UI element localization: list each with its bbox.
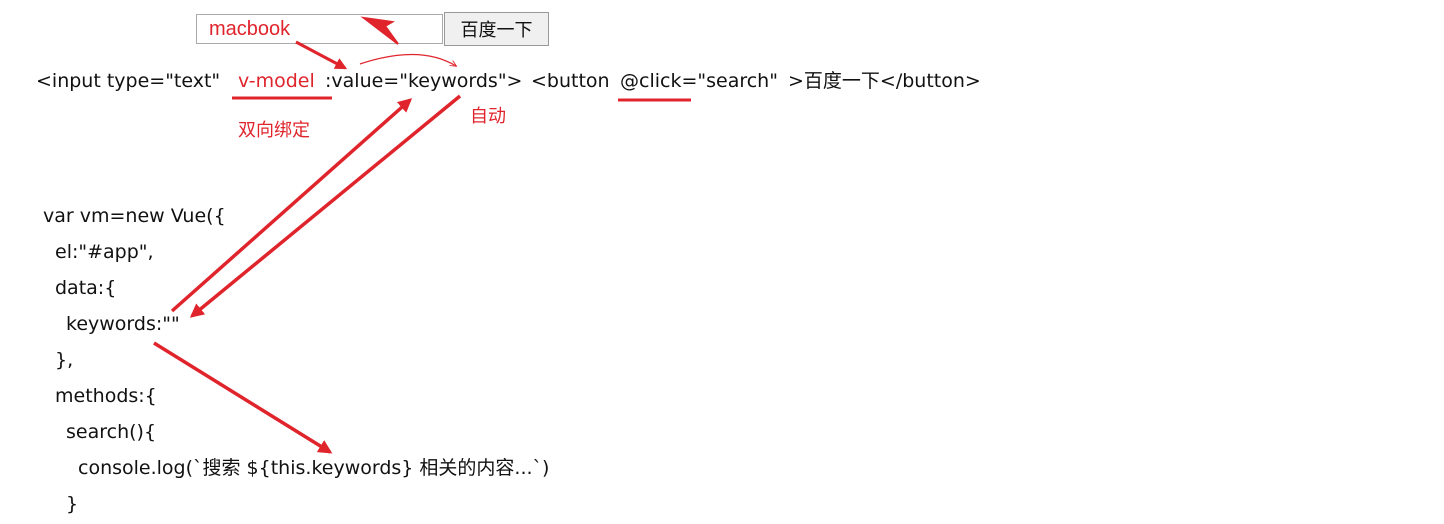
- code-button-open: <button: [531, 70, 610, 92]
- code-line: var vm=new Vue({: [43, 205, 226, 227]
- code-button-close: >百度一下</button>: [788, 70, 981, 92]
- code-v-model: v-model: [238, 70, 315, 92]
- arrow-template-to-data: [189, 94, 462, 318]
- arrow-input-to-vmodel: [295, 40, 348, 70]
- curved-arrow: [359, 53, 456, 66]
- code-line-keywords: keywords:"": [66, 313, 180, 335]
- code-line: },: [55, 349, 74, 371]
- code-line: el:"#app",: [55, 241, 154, 263]
- search-input[interactable]: [196, 14, 443, 44]
- code-click-binding: @click="search": [620, 70, 778, 92]
- code-line: data:{: [55, 277, 117, 299]
- code-input-tag: <input type="text": [36, 70, 221, 92]
- code-line: search(){: [66, 421, 157, 443]
- annotation-auto: 自动: [470, 106, 506, 127]
- code-value-binding: :value="keywords">: [325, 70, 523, 92]
- arrow-keywords-to-console: [153, 341, 333, 454]
- search-button[interactable]: 百度一下: [444, 12, 549, 46]
- code-line: }: [66, 493, 79, 515]
- code-line-console-log: console.log(`搜索 ${this.keywords} 相关的内容..…: [78, 457, 550, 479]
- annotation-two-way-binding: 双向绑定: [238, 120, 310, 141]
- code-line: methods:{: [55, 385, 157, 407]
